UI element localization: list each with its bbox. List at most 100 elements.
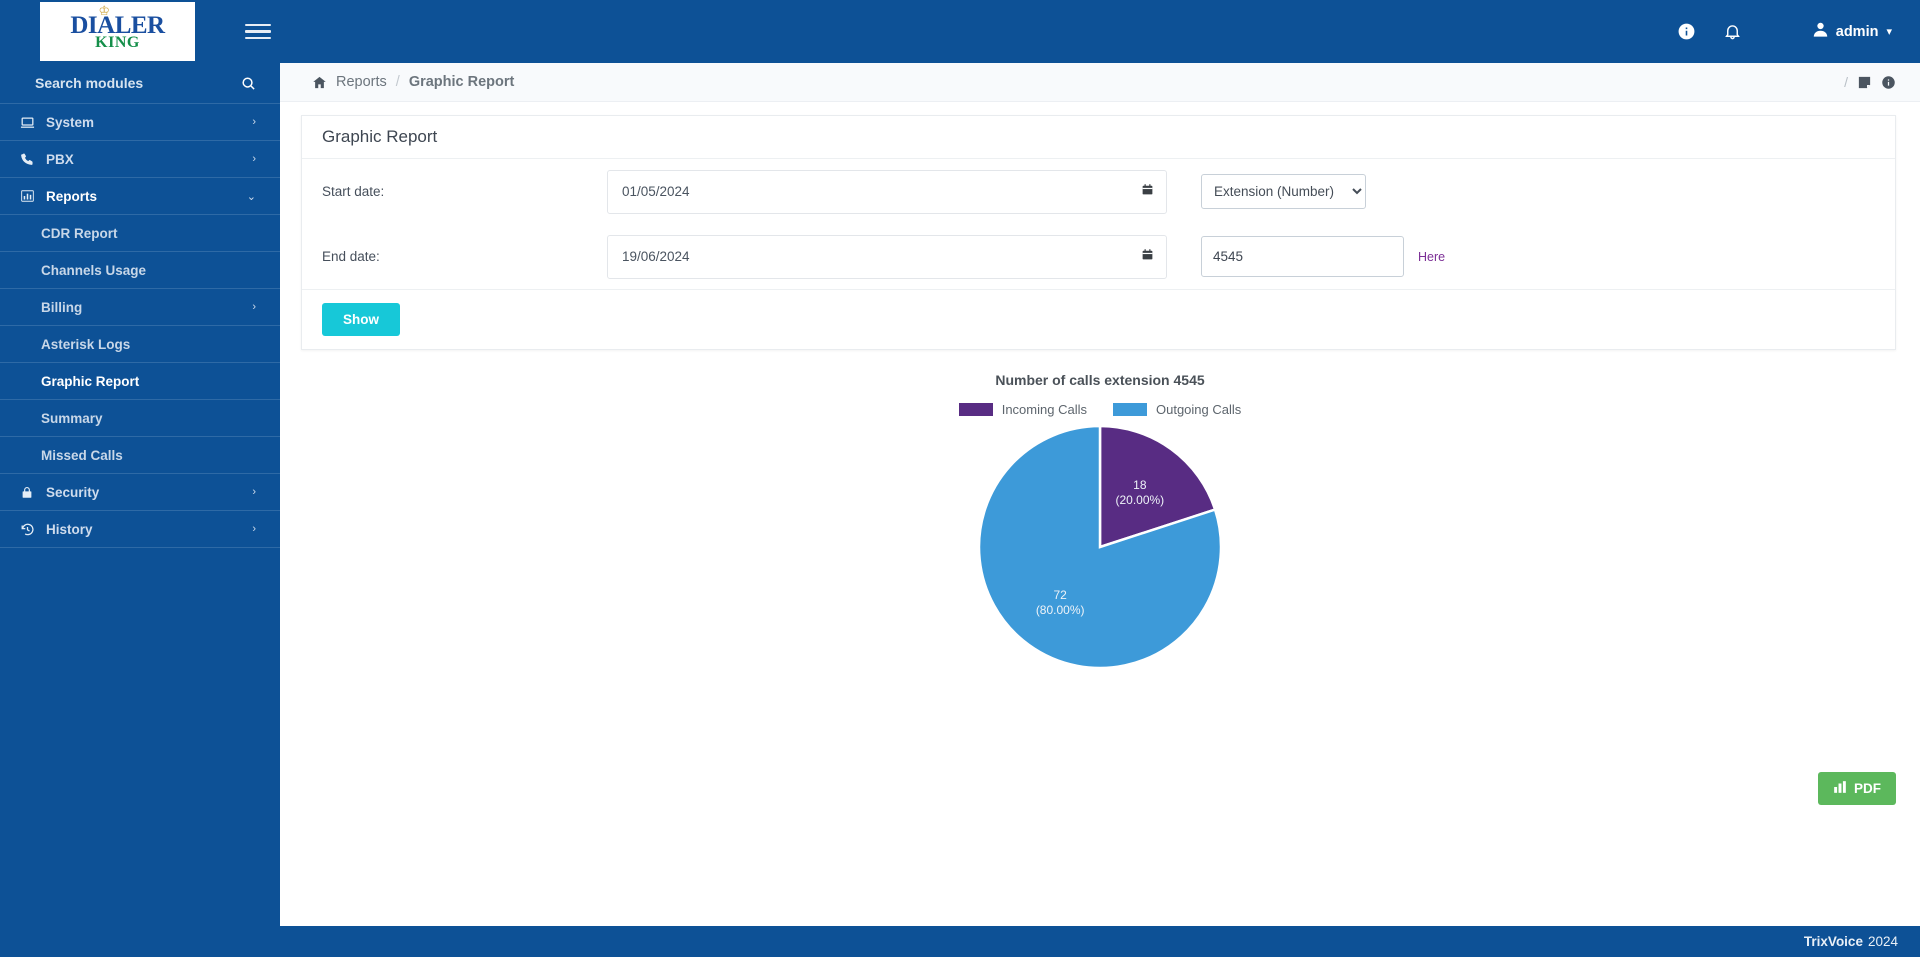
- pdf-export-button[interactable]: PDF: [1818, 772, 1896, 805]
- search-icon[interactable]: [241, 76, 256, 91]
- end-date-field[interactable]: [607, 234, 1167, 279]
- extension-input[interactable]: [1201, 236, 1404, 277]
- sidebar-item-billing[interactable]: Billing ›: [0, 289, 280, 326]
- start-date-input[interactable]: [607, 169, 1167, 214]
- history-icon: [20, 522, 46, 537]
- user-menu[interactable]: admin ▾: [1811, 20, 1898, 43]
- sidebar-item-label: Asterisk Logs: [41, 336, 131, 352]
- sidebar: Search modules System › PBX › Reports ⌄ CDR Re…: [0, 63, 280, 957]
- breadcrumb: Reports / Graphic Report: [312, 74, 514, 90]
- filter-type-select-wrap: Extension (Number): [1201, 174, 1366, 209]
- chevron-right-icon: ›: [252, 301, 256, 313]
- topbar-actions: admin ▾: [1664, 9, 1920, 55]
- chevron-down-icon: ⌄: [246, 190, 256, 203]
- legend-label: Incoming Calls: [1001, 402, 1087, 417]
- end-date-label: End date:: [322, 249, 380, 264]
- sidebar-item-label: Channels Usage: [41, 262, 147, 278]
- hamburger-icon[interactable]: [245, 19, 271, 45]
- bar-chart-icon: [20, 189, 46, 203]
- pie-slice-percent-1: (80.00%): [1036, 603, 1085, 617]
- pie-slice-percent-0: (20.00%): [1115, 493, 1164, 507]
- start-date-field[interactable]: [607, 169, 1167, 214]
- start-date-row: Start date: Extension (Number): [322, 159, 1875, 224]
- end-date-row: End date: Here: [322, 224, 1875, 289]
- chevron-right-icon: ›: [252, 153, 256, 165]
- user-icon: [1811, 20, 1830, 43]
- pie-chart: 18 (20.00%) 72 (80.00%): [280, 425, 1920, 670]
- sidebar-item-label: Billing: [41, 299, 83, 315]
- report-filter-card: Graphic Report Start date: 01/05/2024 Ex…: [301, 115, 1896, 350]
- start-date-label: Start date:: [322, 184, 385, 199]
- breadcrumb-separator: /: [395, 74, 400, 90]
- app-logo[interactable]: ♔ DIALER KING: [40, 2, 195, 61]
- sidebar-item-reports[interactable]: Reports ⌄: [0, 178, 280, 215]
- legend-item-0[interactable]: Incoming Calls: [958, 402, 1087, 417]
- sidebar-item-label: Reports: [46, 188, 98, 204]
- sidebar-item-security[interactable]: Security ›: [0, 474, 280, 511]
- chart-container: Number of calls extension 4545 Incoming …: [280, 372, 1920, 702]
- card-body: Start date: Extension (Number): [302, 159, 1895, 289]
- end-date-input[interactable]: [607, 234, 1167, 279]
- sidebar-item-missed-calls[interactable]: Missed Calls: [0, 437, 280, 474]
- chevron-right-icon: ›: [252, 523, 256, 535]
- legend-swatch: [1112, 403, 1147, 416]
- breadcrumb-actions: /: [1844, 74, 1896, 90]
- sidebar-item-label: Missed Calls: [41, 447, 123, 463]
- footer: TrixVoice 2024: [0, 926, 1920, 957]
- sidebar-item-label: Summary: [41, 410, 103, 426]
- sidebar-item-label: CDR Report: [41, 225, 118, 241]
- pie-chart-svg: 18(20.00%) 72(80.00%): [977, 425, 1223, 670]
- sidebar-item-summary[interactable]: Summary: [0, 400, 280, 437]
- sidebar-item-label: System: [46, 114, 95, 130]
- sidebar-item-label: History: [46, 521, 93, 537]
- card-footer: Show: [302, 289, 1895, 349]
- chevron-down-icon: ▾: [1886, 26, 1892, 38]
- breadcrumb-right-separator: /: [1844, 74, 1848, 90]
- phone-icon: [20, 152, 46, 166]
- filter-type-select[interactable]: Extension (Number): [1201, 174, 1366, 209]
- legend-label: Outgoing Calls: [1155, 402, 1242, 417]
- laptop-icon: [20, 115, 46, 130]
- sidebar-item-asterisk-logs[interactable]: Asterisk Logs: [0, 326, 280, 363]
- card-header: Graphic Report: [302, 116, 1895, 159]
- sidebar-item-cdr-report[interactable]: CDR Report: [0, 215, 280, 252]
- here-link[interactable]: Here: [1418, 250, 1445, 264]
- sidebar-item-pbx[interactable]: PBX ›: [0, 141, 280, 178]
- sidebar-item-history[interactable]: History ›: [0, 511, 280, 548]
- sticky-note-icon[interactable]: [1857, 75, 1872, 90]
- chart-legend: Incoming Calls Outgoing Calls: [280, 402, 1920, 417]
- sidebar-nav-list: System › PBX › Reports ⌄ CDR Report Channels Us…: [0, 104, 280, 548]
- user-name-label: admin: [1835, 23, 1879, 40]
- pie-slice-value-0: 18: [1133, 478, 1147, 492]
- breadcrumb-parent[interactable]: Reports: [336, 74, 387, 90]
- pdf-button-label: PDF: [1854, 781, 1881, 796]
- chevron-right-icon: ›: [252, 116, 256, 128]
- pie-slice-value-1: 72: [1053, 588, 1067, 602]
- info-circle-icon[interactable]: [1881, 75, 1896, 90]
- sidebar-item-label: PBX: [46, 151, 74, 167]
- extension-field-wrap: Here: [1201, 236, 1445, 277]
- sidebar-item-system[interactable]: System ›: [0, 104, 280, 141]
- main-content: Reports / Graphic Report / Graphic Repor…: [280, 63, 1920, 957]
- home-icon[interactable]: [312, 75, 327, 90]
- legend-item-1[interactable]: Outgoing Calls: [1112, 402, 1242, 417]
- sidebar-item-channels-usage[interactable]: Channels Usage: [0, 252, 280, 289]
- bar-chart-icon: [1833, 780, 1847, 797]
- sidebar-item-graphic-report[interactable]: Graphic Report: [0, 363, 280, 400]
- breadcrumb-bar: Reports / Graphic Report /: [280, 63, 1920, 102]
- search-input[interactable]: Search modules: [35, 75, 241, 91]
- chevron-right-icon: ›: [252, 486, 256, 498]
- bell-icon[interactable]: [1710, 9, 1756, 55]
- legend-swatch: [958, 403, 993, 416]
- chart-title: Number of calls extension 4545: [995, 372, 1205, 388]
- search-modules-row[interactable]: Search modules: [0, 63, 280, 104]
- sidebar-item-label: Graphic Report: [41, 373, 140, 389]
- top-navbar: ♔ DIALER KING admin ▾: [0, 0, 1920, 63]
- crown-icon: ♔: [98, 2, 111, 18]
- sidebar-item-label: Security: [46, 484, 100, 500]
- footer-year: 2024: [1867, 934, 1898, 949]
- info-circle-icon[interactable]: [1664, 9, 1710, 55]
- footer-brand: TrixVoice: [1803, 934, 1863, 949]
- page-title: Graphic Report: [322, 127, 438, 146]
- show-button[interactable]: Show: [322, 303, 400, 336]
